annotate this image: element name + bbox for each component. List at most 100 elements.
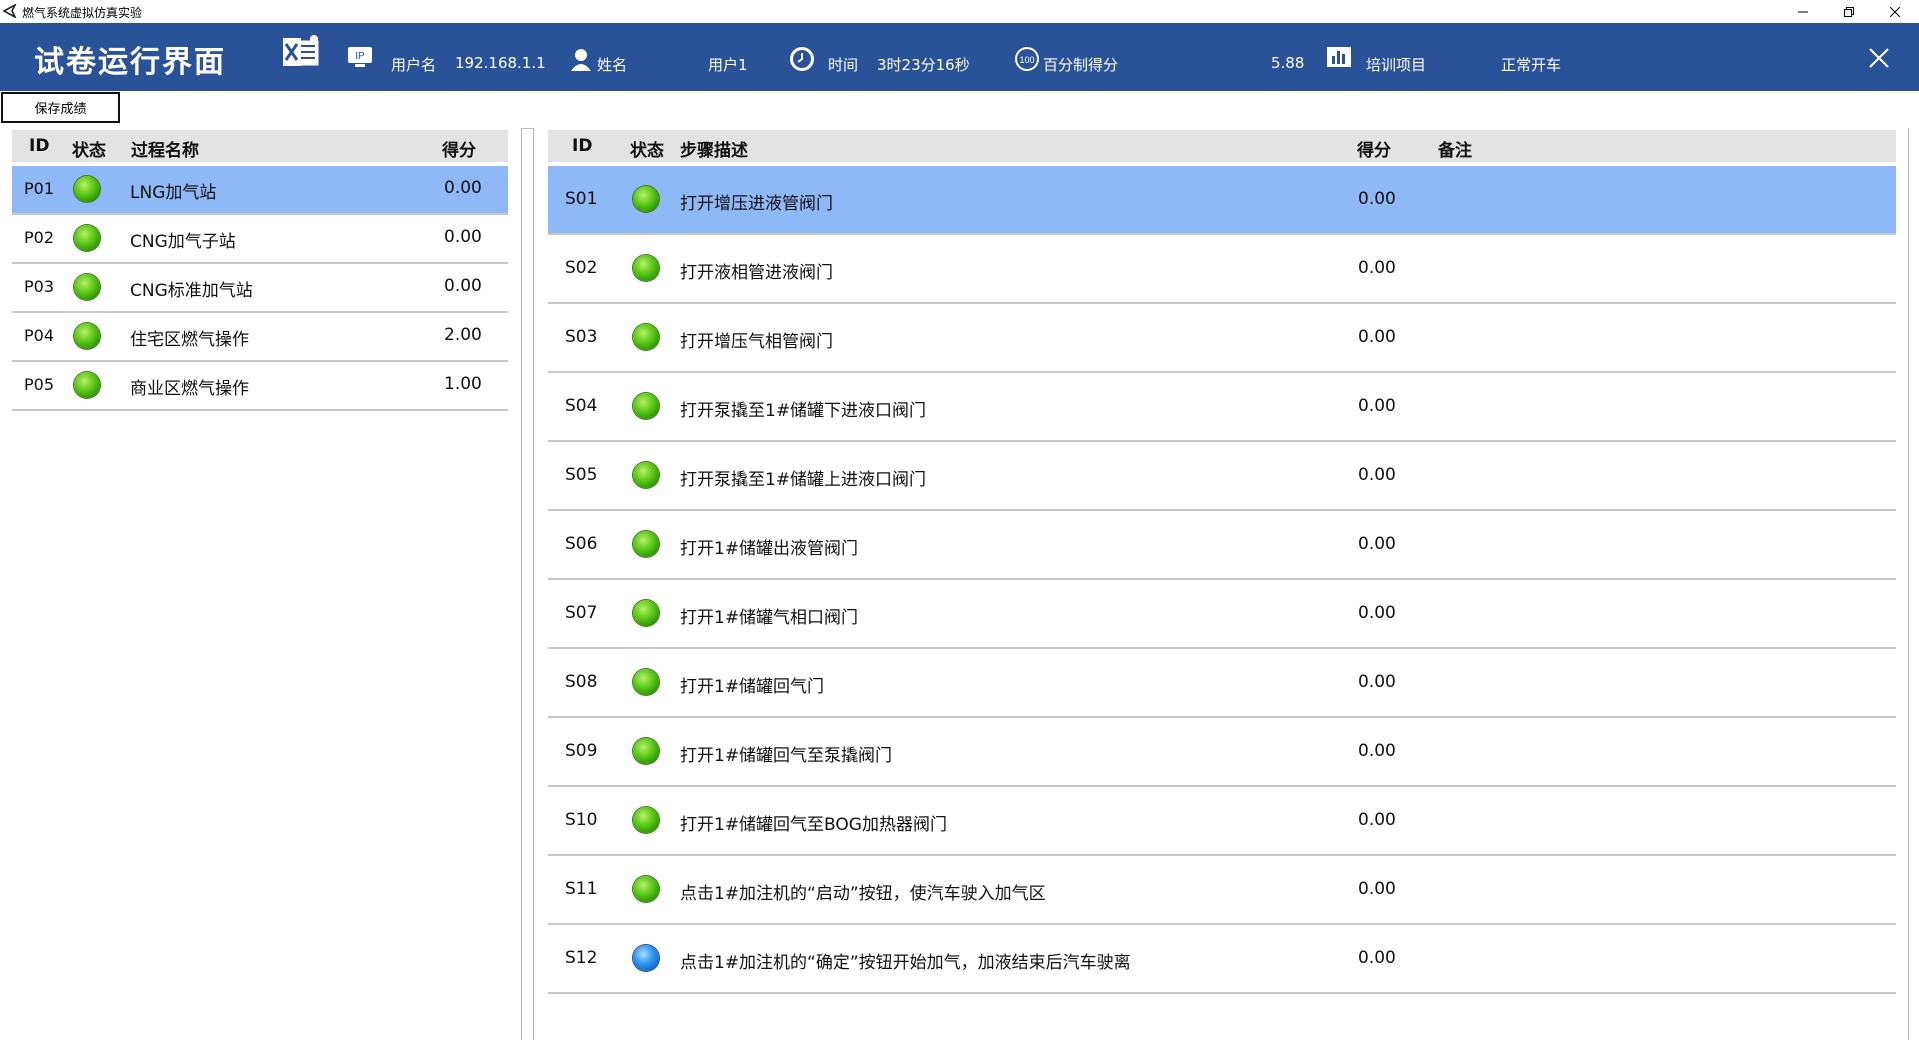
- step-id: S07: [565, 603, 598, 623]
- status-led-icon: [633, 738, 659, 764]
- col-id: ID: [572, 136, 593, 156]
- step-score: 0.00: [1358, 189, 1396, 209]
- col-step-desc: 步骤描述: [680, 141, 748, 161]
- restore-button[interactable]: [1826, 0, 1872, 23]
- process-row[interactable]: P04 住宅区燃气操作 2.00: [12, 313, 508, 362]
- step-id: S06: [565, 534, 598, 554]
- excel-export-icon[interactable]: [281, 34, 321, 70]
- restore-icon: [1844, 6, 1854, 17]
- status-led-icon: [633, 807, 659, 833]
- step-score: 0.00: [1358, 672, 1396, 692]
- minimize-button[interactable]: [1780, 0, 1826, 23]
- score-100-icon: 100: [1015, 47, 1039, 71]
- status-led-icon: [74, 372, 100, 398]
- user-icon: [571, 49, 591, 71]
- process-row[interactable]: P01 LNG加气站 0.00: [12, 166, 508, 215]
- step-row[interactable]: S08 打开1#储罐回气门 0.00: [548, 649, 1896, 718]
- vertical-scrollbar[interactable]: [1908, 128, 1919, 1040]
- ip-icon: IP: [348, 47, 372, 67]
- step-description: 打开增压进液管阀门: [680, 194, 833, 214]
- time-label: 时间: [828, 56, 859, 74]
- status-led-icon: [74, 225, 100, 251]
- close-icon[interactable]: [1866, 45, 1892, 71]
- process-row[interactable]: P03 CNG标准加气站 0.00: [12, 264, 508, 313]
- process-score: 1.00: [444, 374, 482, 394]
- process-score: 0.00: [444, 227, 482, 247]
- process-table: ID 状态 过程名称 得分 P01 LNG加气站 0.00 P02 CNG加气子站 0.0…: [12, 130, 508, 1040]
- time-value: 3时23分16秒: [877, 56, 970, 74]
- process-row[interactable]: P05 商业区燃气操作 1.00: [12, 362, 508, 411]
- window-title: 燃气系统虚拟仿真实验: [22, 6, 143, 20]
- process-id: P04: [24, 326, 55, 345]
- step-description: 打开1#储罐回气至泵撬阀门: [680, 746, 893, 766]
- score-value: 5.88: [1271, 54, 1305, 72]
- step-score: 0.00: [1358, 534, 1396, 554]
- status-led-icon: [633, 531, 659, 557]
- save-score-button[interactable]: 保存成绩: [1, 92, 120, 123]
- step-description: 打开泵撬至1#储罐下进液口阀门: [680, 401, 927, 421]
- project-value: 正常开车: [1501, 56, 1562, 74]
- process-name: CNG加气子站: [130, 232, 236, 252]
- step-row[interactable]: S02 打开液相管进液阀门 0.00: [548, 235, 1896, 304]
- step-score: 0.00: [1358, 327, 1396, 347]
- step-row[interactable]: S11 点击1#加注机的“启动”按钮，使汽车驶入加气区 0.00: [548, 856, 1896, 925]
- process-id: P02: [24, 228, 55, 247]
- col-status: 状态: [72, 141, 106, 161]
- col-id: ID: [29, 136, 50, 156]
- panel-splitter[interactable]: [521, 128, 534, 1040]
- step-description: 打开1#储罐回气至BOG加热器阀门: [680, 815, 947, 835]
- process-id: P05: [24, 375, 55, 394]
- process-name: CNG标准加气站: [130, 281, 253, 301]
- col-score: 得分: [1357, 141, 1391, 161]
- app-icon: [3, 4, 17, 18]
- process-score: 2.00: [444, 325, 482, 345]
- step-id: S03: [565, 327, 598, 347]
- step-row[interactable]: S03 打开增压气相管阀门 0.00: [548, 304, 1896, 373]
- process-row[interactable]: P02 CNG加气子站 0.00: [12, 215, 508, 264]
- svg-text:IP: IP: [355, 51, 365, 62]
- svg-text:100: 100: [1019, 55, 1034, 65]
- status-led-icon: [633, 945, 659, 971]
- window-close-button[interactable]: [1872, 0, 1918, 23]
- ip-label: 用户名: [391, 56, 437, 74]
- step-row[interactable]: S04 打开泵撬至1#储罐下进液口阀门 0.00: [548, 373, 1896, 442]
- step-row[interactable]: S07 打开1#储罐气相口阀门 0.00: [548, 580, 1896, 649]
- step-id: S10: [565, 810, 598, 830]
- step-id: S11: [565, 879, 598, 899]
- bar-chart-icon: [1327, 47, 1351, 67]
- status-led-icon: [633, 324, 659, 350]
- step-score: 0.00: [1358, 879, 1396, 899]
- process-table-header: ID 状态 过程名称 得分: [12, 130, 508, 162]
- step-row[interactable]: S12 点击1#加注机的“确定”按钮开始加气，加液结束后汽车驶离 0.00: [548, 925, 1896, 994]
- step-row[interactable]: S06 打开1#储罐出液管阀门 0.00: [548, 511, 1896, 580]
- step-id: S12: [565, 948, 598, 968]
- step-id: S08: [565, 672, 598, 692]
- status-led-icon: [74, 274, 100, 300]
- step-id: S04: [565, 396, 598, 416]
- step-id: S02: [565, 258, 598, 278]
- step-row[interactable]: S01 打开增压进液管阀门 0.00: [548, 166, 1896, 235]
- step-description: 打开1#储罐出液管阀门: [680, 539, 859, 559]
- step-id: S01: [565, 189, 598, 209]
- step-row[interactable]: S05 打开泵撬至1#储罐上进液口阀门 0.00: [548, 442, 1896, 511]
- status-led-icon: [74, 323, 100, 349]
- process-score: 0.00: [444, 276, 482, 296]
- step-row[interactable]: S10 打开1#储罐回气至BOG加热器阀门 0.00: [548, 787, 1896, 856]
- col-note: 备注: [1438, 141, 1472, 161]
- step-score: 0.00: [1358, 396, 1396, 416]
- step-score: 0.00: [1358, 603, 1396, 623]
- status-led-icon: [633, 669, 659, 695]
- process-name: 商业区燃气操作: [130, 379, 249, 399]
- step-row[interactable]: S09 打开1#储罐回气至泵撬阀门 0.00: [548, 718, 1896, 787]
- clock-icon: [790, 47, 814, 71]
- step-description: 打开1#储罐气相口阀门: [680, 608, 859, 628]
- score-label: 百分制得分: [1043, 56, 1119, 74]
- step-score: 0.00: [1358, 948, 1396, 968]
- step-description: 打开1#储罐回气门: [680, 677, 825, 697]
- status-led-icon: [633, 600, 659, 626]
- step-table: ID 状态 步骤描述 得分 备注 S01 打开增压进液管阀门 0.00 S02 打开液相…: [548, 130, 1896, 1040]
- step-score: 0.00: [1358, 258, 1396, 278]
- step-id: S09: [565, 741, 598, 761]
- window-titlebar: 燃气系统虚拟仿真实验: [0, 0, 1919, 23]
- process-score: 0.00: [444, 178, 482, 198]
